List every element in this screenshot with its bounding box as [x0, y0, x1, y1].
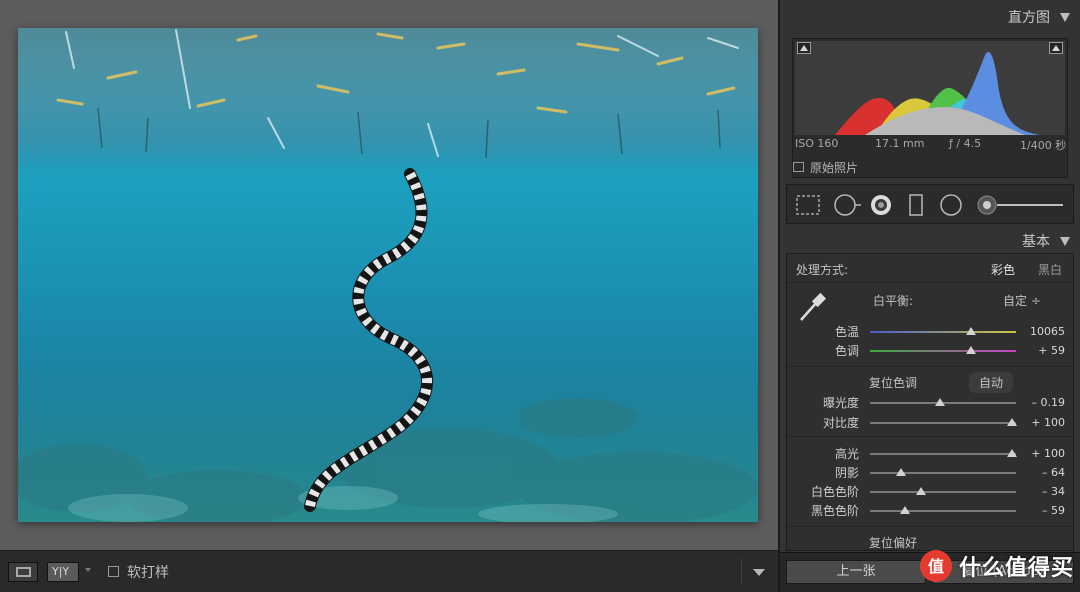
treatment-label: 处理方式: [796, 263, 849, 277]
highlights-label: 高光 [834, 447, 859, 461]
whites-slider[interactable] [870, 487, 1016, 495]
contrast-label: 对比度 [822, 416, 859, 430]
white-balance-label: 白平衡: [873, 294, 914, 308]
previous-button[interactable]: 上一张 [786, 560, 926, 584]
image-viewer [0, 0, 778, 550]
divider [787, 526, 1073, 527]
loupe-view-icon [16, 567, 31, 577]
tint-slider-thumb[interactable] [965, 346, 976, 354]
tint-value[interactable]: + 59 [1015, 344, 1065, 357]
highlights-slider[interactable] [870, 449, 1017, 457]
basic-title: 基本 [1022, 234, 1050, 250]
basic-panel: 处理方式: 彩色 黑白 白平衡: 自定 ÷ 色温 10065 色调 + 59 复… [786, 253, 1074, 551]
watermark-logo-glyph: 值 [928, 557, 944, 576]
blacks-value[interactable]: – 59 [1015, 504, 1065, 517]
shadows-label: 阴影 [834, 466, 859, 480]
divider [787, 436, 1073, 437]
highlights-value[interactable]: + 100 [1015, 447, 1065, 460]
soft-proofing-label: 软打样 [127, 565, 169, 581]
radial-filter-icon[interactable] [940, 194, 962, 216]
shadows-value[interactable]: – 64 [1015, 466, 1065, 479]
blacks-slider-thumb[interactable] [900, 506, 911, 514]
watermark-logo-icon: 值 [919, 550, 952, 582]
graduated-filter-icon[interactable] [909, 194, 923, 216]
tool-strip [786, 184, 1074, 224]
temp-value[interactable]: 10065 [1015, 325, 1065, 338]
underwater-sea-snake-photo [18, 28, 758, 522]
divider [787, 282, 1073, 283]
chevron-down-icon[interactable] [85, 568, 91, 572]
treatment-bw-button[interactable]: 黑白 [1038, 261, 1062, 278]
adjustment-brush-icon[interactable] [977, 195, 1063, 215]
toolbar-menu-arrow-icon[interactable] [753, 569, 765, 576]
divider [787, 366, 1073, 367]
shadows-slider[interactable] [870, 468, 1016, 476]
presence-reset-label[interactable]: 复位偏好 [869, 534, 917, 551]
original-photo-toggle[interactable]: 原始照片 [793, 159, 858, 175]
histogram-curves [835, 52, 1040, 135]
exposure-label: 曝光度 [822, 396, 859, 410]
loupe-view-button[interactable] [8, 562, 38, 582]
exposure-value[interactable]: – 0.19 [1015, 396, 1066, 409]
original-photo-label: 原始照片 [810, 160, 859, 175]
develop-right-panel: 直方图 ISO 160 17.1 mm ƒ / 4.5 1/400 秒 原始照片 [778, 0, 1080, 592]
auto-tone-button[interactable]: 自动 [969, 372, 1014, 393]
original-photo-checkbox[interactable] [793, 162, 804, 172]
toolbar-divider [741, 558, 742, 584]
collapse-triangle-icon[interactable] [1060, 12, 1070, 22]
contrast-slider[interactable] [870, 418, 1017, 426]
aperture-value: ƒ / 4.5 [949, 137, 982, 150]
histogram-title: 直方图 [1008, 10, 1050, 26]
iso-value: ISO 160 [795, 137, 839, 150]
before-after-icon: Y|Y [52, 565, 70, 578]
before-after-button[interactable]: Y|Y [47, 562, 79, 582]
exposure-slider[interactable] [870, 398, 1016, 406]
soft-proofing-checkbox[interactable] [108, 566, 119, 577]
treatment-color-button[interactable]: 彩色 [991, 261, 1015, 278]
histogram-panel: ISO 160 17.1 mm ƒ / 4.5 1/400 秒 原始照片 [792, 38, 1068, 178]
histogram-header[interactable]: 直方图 [1008, 7, 1070, 27]
shutter-speed-value: 1/400 秒 [1020, 139, 1067, 152]
site-watermark: 值 什么值得买 [919, 542, 1074, 590]
photo-preview[interactable] [18, 28, 758, 522]
tint-label: 色调 [834, 344, 859, 358]
histogram-graph[interactable] [795, 41, 1065, 135]
tint-slider[interactable] [870, 346, 1016, 354]
temp-label: 色温 [834, 325, 859, 339]
blacks-label: 黑色色阶 [810, 504, 859, 518]
spot-removal-icon[interactable] [834, 194, 861, 216]
whites-label: 白色色阶 [810, 485, 859, 499]
white-balance-select[interactable]: 自定 ÷ [1003, 292, 1041, 309]
shadows-slider-thumb[interactable] [895, 468, 906, 476]
crop-overlay-icon[interactable] [796, 195, 820, 215]
shadow-clipping-warning-icon[interactable] [797, 42, 811, 54]
red-eye-icon[interactable] [871, 195, 891, 215]
highlight-clipping-warning-icon[interactable] [1049, 42, 1063, 54]
temp-slider-thumb[interactable] [965, 327, 976, 335]
whites-slider-thumb[interactable] [916, 487, 927, 495]
blacks-slider[interactable] [870, 506, 1016, 514]
focal-length-value: 17.1 mm [875, 137, 925, 150]
eyedropper-icon[interactable] [795, 290, 829, 324]
whites-value[interactable]: – 34 [1015, 485, 1065, 498]
contrast-value[interactable]: + 100 [1015, 416, 1065, 429]
exposure-slider-thumb[interactable] [935, 398, 946, 406]
watermark-text: 什么值得买 [958, 556, 1074, 581]
basic-header[interactable]: 基本 [1022, 231, 1070, 251]
collapse-triangle-icon[interactable] [1060, 236, 1070, 246]
exif-info: ISO 160 17.1 mm ƒ / 4.5 1/400 秒 [793, 137, 1069, 153]
temp-slider[interactable] [870, 327, 1016, 335]
tone-reset-label[interactable]: 复位色调 [869, 374, 917, 391]
